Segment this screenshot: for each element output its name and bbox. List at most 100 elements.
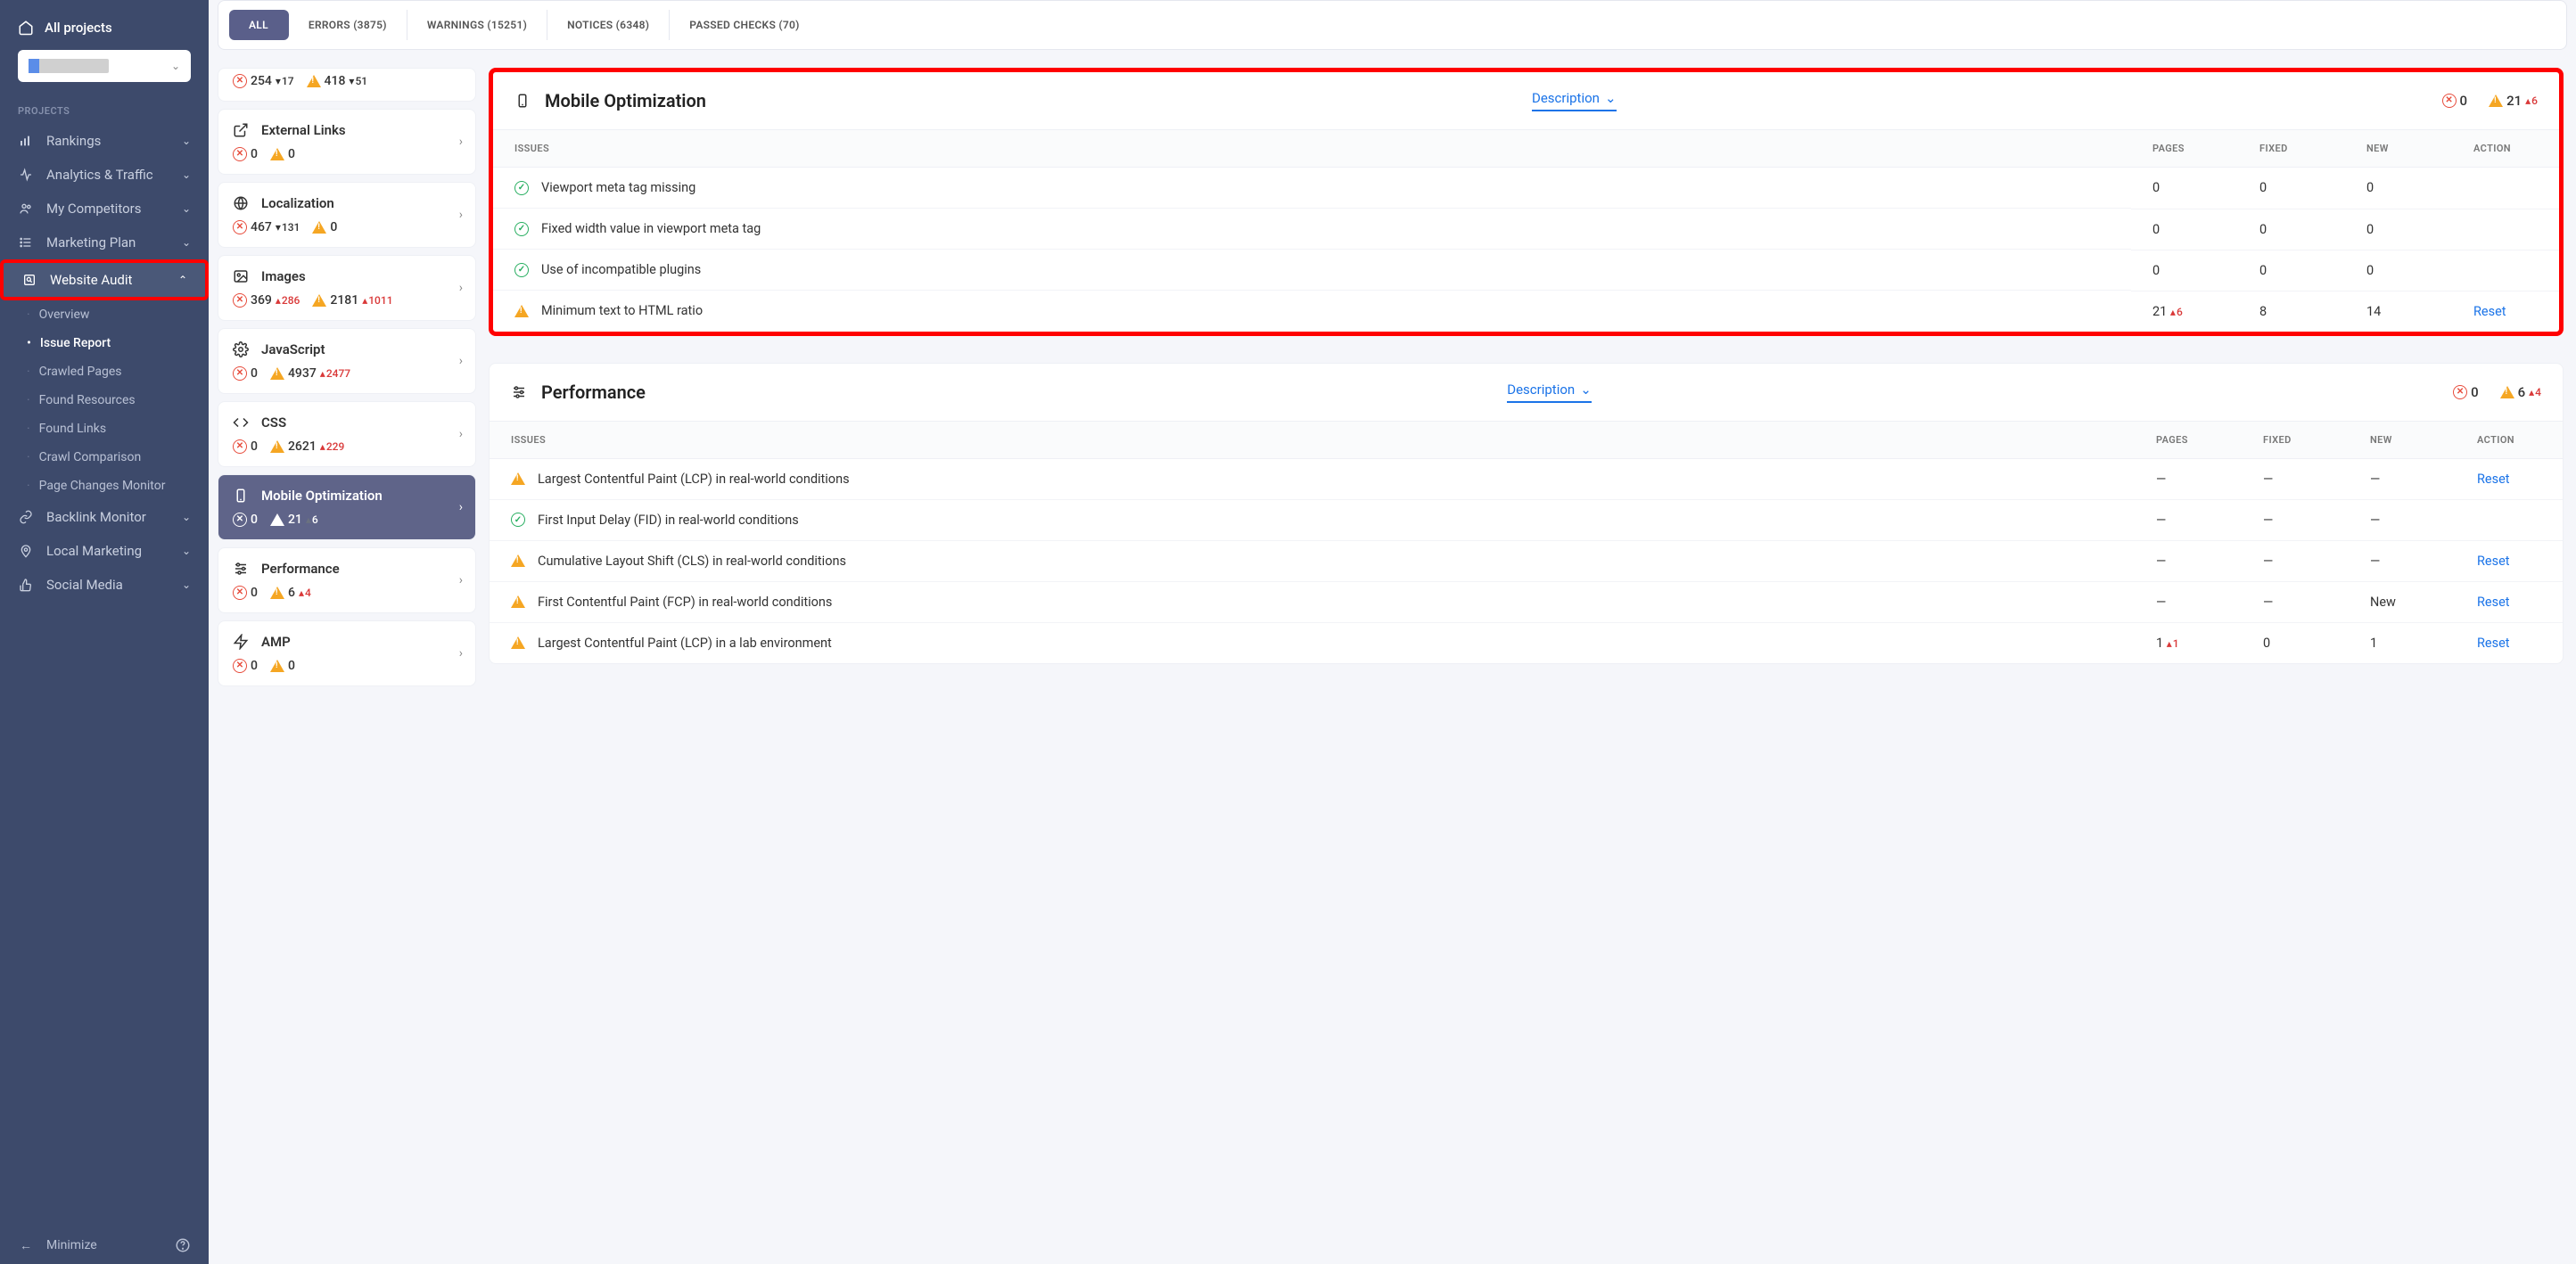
issue-name: Largest Contentful Paint (LCP) in real-w… [538, 472, 850, 487]
new-cell: 0 [2345, 250, 2452, 291]
tab-warnings[interactable]: WARNINGS (15251) [407, 10, 547, 40]
reset-link[interactable]: Reset [2477, 636, 2510, 651]
chevron-up-icon: ⌃ [178, 274, 187, 286]
description-toggle[interactable]: Description ⌄ [1507, 382, 1592, 403]
tab-all[interactable]: ALL [229, 10, 289, 40]
help-icon[interactable] [175, 1237, 191, 1253]
category-card-partial[interactable]: 254 17 418 51 [218, 68, 476, 102]
chevron-down-icon: ⌄ [182, 236, 191, 249]
subnav-issue-report[interactable]: Issue Report [0, 329, 209, 357]
nav-label: Backlink Monitor [46, 509, 146, 525]
category-title: Images [261, 268, 306, 284]
chevron-down-icon: ⌄ [171, 60, 180, 72]
table-row[interactable]: Viewport meta tag missing000 [493, 168, 2559, 209]
tab-errors[interactable]: ERRORS (3875) [289, 10, 407, 40]
issue-name: First Input Delay (FID) in real-world co… [538, 513, 799, 528]
new-cell: 0 [2345, 209, 2452, 250]
bars-icon [18, 133, 34, 149]
table-row[interactable]: Use of incompatible plugins000 [493, 250, 2559, 291]
thumb-icon [18, 577, 34, 593]
subnav-overview[interactable]: Overview [0, 300, 209, 329]
warning-icon [270, 513, 284, 526]
fixed-cell: — [2242, 458, 2349, 500]
nav-label: Local Marketing [46, 543, 142, 559]
pages-cell: 0 [2131, 168, 2238, 209]
table-row[interactable]: First Input Delay (FID) in real-world co… [490, 500, 2563, 541]
error-icon [233, 147, 247, 161]
nav-rankings[interactable]: Rankings ⌄ [0, 124, 209, 158]
warning-count: 6 [288, 586, 295, 600]
nav-social-media[interactable]: Social Media ⌄ [0, 568, 209, 602]
table-row[interactable]: Largest Contentful Paint (LCP) in real-w… [490, 458, 2563, 500]
pages-cell: 0 [2131, 250, 2238, 291]
category-css[interactable]: CSS 0 2621 229 › [218, 401, 476, 467]
error-count: 0 [251, 513, 258, 527]
col-pages: PAGES [2135, 421, 2242, 458]
table-row[interactable]: Largest Contentful Paint (LCP) in a lab … [490, 623, 2563, 664]
category-mobile-optimization[interactable]: Mobile Optimization 0 21 6 › [218, 474, 476, 540]
nav-competitors[interactable]: My Competitors ⌄ [0, 192, 209, 226]
check-icon [511, 513, 525, 527]
action-cell: Reset [2456, 541, 2563, 582]
issue-name: Fixed width value in viewport meta tag [541, 221, 761, 236]
nav-label: Rankings [46, 133, 101, 149]
chevron-down-icon: ⌄ [1580, 382, 1592, 398]
nav-label: Social Media [46, 577, 123, 593]
warning-delta: 4 [2529, 386, 2541, 398]
chevron-right-icon: › [459, 500, 463, 514]
reset-link[interactable]: Reset [2477, 472, 2510, 487]
reset-link[interactable]: Reset [2477, 554, 2510, 569]
tab-passed[interactable]: PASSED CHECKS (70) [670, 10, 819, 40]
warning-icon [2489, 94, 2503, 107]
category-amp[interactable]: AMP 0 0 › [218, 620, 476, 686]
category-performance[interactable]: Performance 0 6 4 › [218, 547, 476, 613]
subnav-page-changes[interactable]: Page Changes Monitor [0, 472, 209, 500]
desc-label: Description [1532, 90, 1600, 106]
table-row[interactable]: Minimum text to HTML ratio21 6814Reset [493, 291, 2559, 332]
panel-title: Mobile Optimization [545, 90, 706, 111]
table-row[interactable]: Fixed width value in viewport meta tag00… [493, 209, 2559, 250]
nav-website-audit[interactable]: Website Audit ⌃ [0, 259, 209, 300]
nav-local-marketing[interactable]: Local Marketing ⌄ [0, 534, 209, 568]
mobile-icon [233, 488, 249, 504]
col-action: ACTION [2456, 421, 2563, 458]
description-toggle[interactable]: Description ⌄ [1532, 90, 1617, 111]
project-selector[interactable]: ⌄ [18, 50, 191, 82]
fixed-cell: — [2242, 582, 2349, 623]
category-images[interactable]: Images 369 286 2181 1011 › [218, 255, 476, 321]
table-row[interactable]: First Contentful Paint (FCP) in real-wor… [490, 582, 2563, 623]
warning-count: 418 [325, 74, 346, 88]
nav-marketing-plan[interactable]: Marketing Plan ⌄ [0, 226, 209, 259]
subnav-found-links[interactable]: Found Links [0, 414, 209, 443]
category-title: AMP [261, 634, 291, 650]
reset-link[interactable]: Reset [2477, 595, 2510, 610]
gear-icon [233, 341, 249, 357]
subnav-crawled-pages[interactable]: Crawled Pages [0, 357, 209, 386]
category-localization[interactable]: Localization 467 131 0 › [218, 182, 476, 248]
pages-cell: — [2135, 500, 2242, 541]
fixed-cell: 0 [2242, 623, 2349, 664]
tab-notices[interactable]: NOTICES (6348) [547, 10, 670, 40]
warning-icon [270, 587, 284, 599]
nav-backlink-monitor[interactable]: Backlink Monitor ⌄ [0, 500, 209, 534]
warning-icon [514, 305, 529, 317]
category-javascript[interactable]: JavaScript 0 4937 2477 › [218, 328, 476, 394]
warning-delta: 51 [349, 75, 367, 87]
error-icon [233, 293, 247, 308]
subnav-crawl-comparison[interactable]: Crawl Comparison [0, 443, 209, 472]
warning-count: 2621 [288, 439, 317, 454]
reset-link[interactable]: Reset [2473, 304, 2506, 319]
warning-delta: 229 [320, 440, 345, 453]
minimize-sidebar[interactable]: ← Minimize [0, 1227, 209, 1264]
chevron-down-icon: ⌄ [1605, 90, 1617, 106]
nav-analytics[interactable]: Analytics & Traffic ⌄ [0, 158, 209, 192]
new-cell: 14 [2345, 291, 2452, 332]
category-external-links[interactable]: External Links 0 0 › [218, 109, 476, 175]
table-row[interactable]: Cumulative Layout Shift (CLS) in real-wo… [490, 541, 2563, 582]
warning-icon [270, 148, 284, 160]
warning-delta: 4 [299, 587, 311, 599]
chevron-right-icon: › [459, 646, 463, 661]
all-projects-link[interactable]: All projects [18, 14, 191, 50]
pages-cell: — [2135, 458, 2242, 500]
subnav-found-resources[interactable]: Found Resources [0, 386, 209, 414]
